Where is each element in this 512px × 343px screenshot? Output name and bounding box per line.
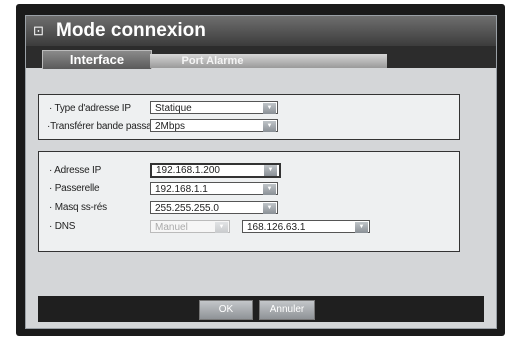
title-bar: ⊡ Mode connexion [26, 16, 496, 46]
chevron-down-icon[interactable]: ▼ [263, 121, 276, 132]
dns-label: · DNS [49, 221, 76, 232]
gateway-label: · Passerelle [49, 183, 100, 194]
ip-address-value: 192.168.1.200 [156, 165, 220, 176]
dvr-screen-frame: ⊡ Mode connexion Interface Port Alarme ·… [16, 4, 505, 336]
dns-mode-value: Manuel [155, 222, 188, 233]
button-bar: OK Annuler [38, 296, 484, 322]
tab-empty[interactable] [275, 54, 387, 68]
ip-type-value: Statique [155, 103, 192, 114]
ok-button[interactable]: OK [199, 300, 253, 320]
chevron-down-icon[interactable]: ▼ [264, 165, 277, 176]
ip-address-label: · Adresse IP [49, 165, 102, 176]
chevron-down-icon[interactable]: ▼ [263, 103, 276, 114]
chevron-down-icon[interactable]: ▼ [355, 222, 368, 233]
subnet-field[interactable]: 255.255.255.0 ▼ [150, 201, 278, 214]
chevron-down-icon[interactable]: ▼ [215, 222, 228, 233]
dns-mode-select[interactable]: Manuel ▼ [150, 220, 230, 233]
bandwidth-select[interactable]: 2Mbps ▼ [150, 119, 278, 132]
dns-value: 168.126.63.1 [247, 222, 306, 233]
chevron-down-icon[interactable]: ▼ [263, 203, 276, 214]
bandwidth-value: 2Mbps [155, 121, 186, 132]
ip-type-select[interactable]: Statique ▼ [150, 101, 278, 114]
ip-settings-panel: · Adresse IP 192.168.1.200 ▼ · Passerell… [38, 151, 460, 252]
bandwidth-label: ·Transférer bande passante [47, 121, 165, 132]
ip-address-field[interactable]: 192.168.1.200 ▼ [150, 163, 281, 178]
gateway-field[interactable]: 192.168.1.1 ▼ [150, 182, 278, 195]
ip-type-label: · Type d'adresse IP [49, 103, 131, 114]
subnet-value: 255.255.255.0 [155, 203, 219, 214]
network-icon: ⊡ [33, 23, 44, 38]
tab-interface[interactable]: Interface [42, 50, 152, 69]
subnet-label: · Masq ss-rés [49, 202, 107, 213]
chevron-down-icon[interactable]: ▼ [263, 184, 276, 195]
window-title: Mode connexion [56, 20, 206, 41]
cancel-button[interactable]: Annuler [259, 300, 315, 320]
network-settings-window: ⊡ Mode connexion Interface Port Alarme ·… [25, 15, 497, 329]
tab-bar: Interface Port Alarme [26, 46, 496, 69]
tab-port-alarm[interactable]: Port Alarme [150, 54, 275, 68]
gateway-value: 192.168.1.1 [155, 184, 208, 195]
dns-field[interactable]: 168.126.63.1 ▼ [242, 220, 370, 233]
connection-type-panel: · Type d'adresse IP Statique ▼ ·Transfér… [38, 94, 460, 140]
